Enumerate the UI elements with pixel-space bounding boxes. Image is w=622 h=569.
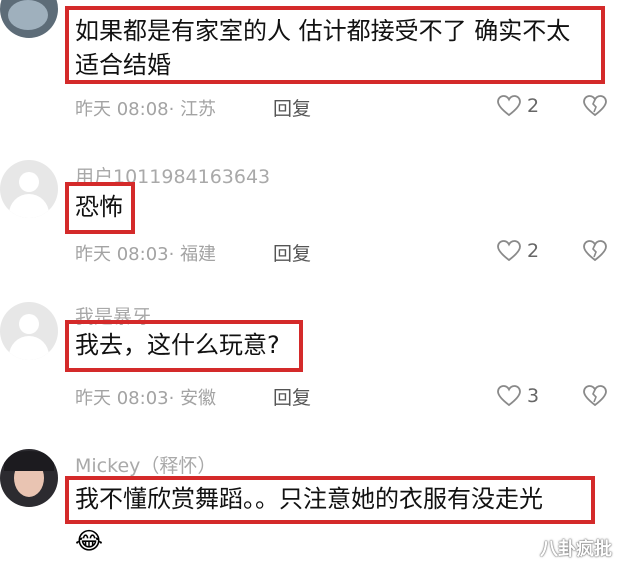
comment-time: 昨天 08:03 [75,244,169,265]
broken-heart-icon[interactable] [583,95,607,117]
reply-button[interactable]: 回复 [273,239,311,266]
comment-text-box: 恐怖 [65,182,135,234]
comment-time: 昨天 08:08 [75,99,169,120]
like-count: 3 [527,385,540,407]
comment-text-box: 如果都是有家室的人 估计都接受不了 确实不太 适合结婚 [65,6,605,84]
heart-icon[interactable] [497,240,521,262]
reply-button[interactable]: 回复 [273,383,311,410]
like-count: 2 [527,95,540,117]
comment-location: 江苏 [180,99,217,120]
comment-text: 我不懂欣赏舞蹈。。只注意她的衣服有没走光 [75,485,543,513]
laughing-emoji-icon: 😂 [75,527,104,555]
avatar[interactable] [0,302,58,360]
like-count: 2 [527,240,540,262]
broken-heart-icon[interactable] [583,385,607,407]
heart-icon[interactable] [497,385,521,407]
comment-text-box: 我去，这什么玩意? [65,320,303,372]
comment-meta: 昨天 08:03· 安徽 [75,388,217,409]
reply-button[interactable]: 回复 [273,94,311,121]
username[interactable]: Mickey（释怀） [75,451,216,478]
comment-text: 我去，这什么玩意? [75,331,280,359]
comment-meta: 昨天 08:03· 福建 [75,244,217,265]
broken-heart-icon[interactable] [583,240,607,262]
comment-text-box: 我不懂欣赏舞蹈。。只注意她的衣服有没走光 [65,476,595,524]
comment-location: 福建 [180,244,217,265]
comment-text: 恐怖 [75,193,123,221]
heart-icon[interactable] [497,95,521,117]
comment-text-line-1: 如果都是有家室的人 估计都接受不了 确实不太 [75,17,571,45]
avatar[interactable] [0,160,58,218]
comment-text-line-2: 适合结婚 [75,51,171,79]
comment-location: 安徽 [180,388,217,409]
comment-meta: 昨天 08:08· 江苏 [75,99,217,120]
avatar[interactable] [0,449,58,507]
comment-time: 昨天 08:03 [75,388,169,409]
avatar[interactable] [0,0,58,38]
watermark: 八卦疯批 [540,539,612,560]
